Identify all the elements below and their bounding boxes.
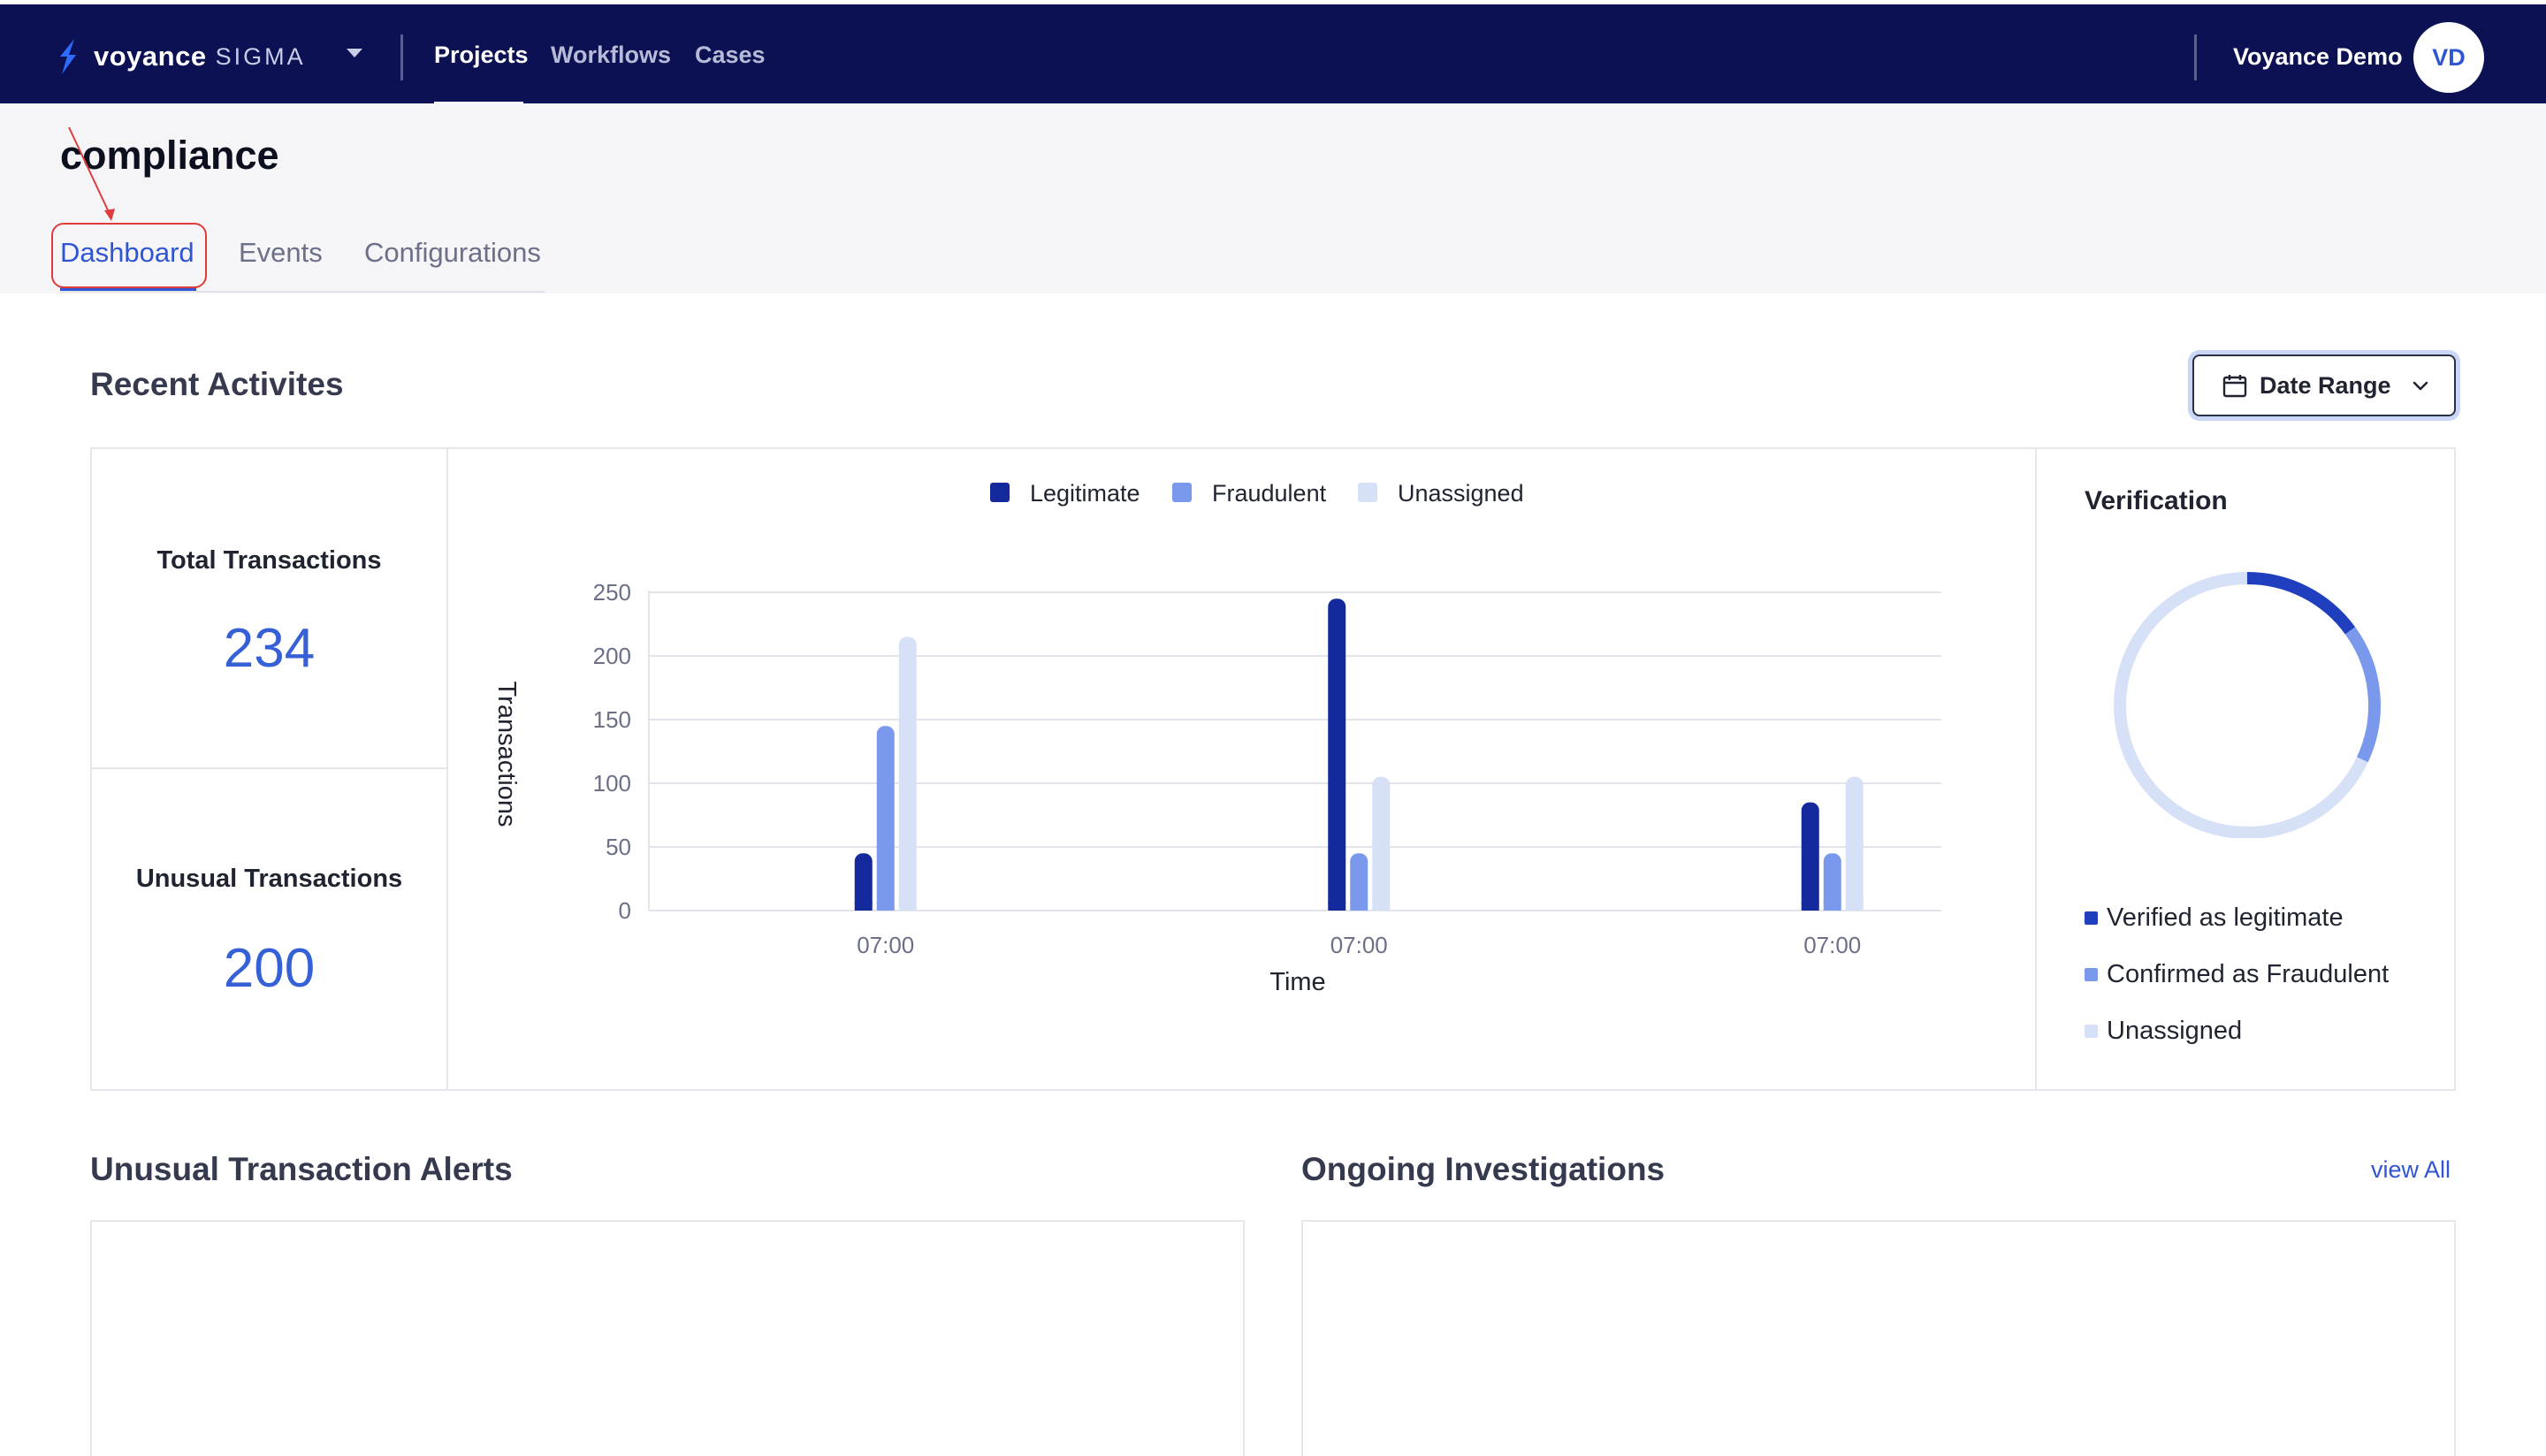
verification-legend-item: Confirmed as Fraudulent [2085,960,2389,989]
bar-fraudulent [876,726,895,911]
bar-base-legitimate [1801,902,1819,911]
avatar[interactable]: VD [2413,22,2484,93]
bar-base-unassigned [898,902,917,911]
nav-cases[interactable]: Cases [695,42,766,69]
stats-divider [92,767,446,769]
x-tick-label: 07:00 [857,932,914,958]
legend-swatch [2085,1025,2098,1038]
verification-donut-chart [2114,572,2381,838]
x-tick-label: 07:00 [1803,932,1861,958]
legend-label: Legitimate [1030,480,1140,507]
y-tick-label: 150 [593,706,631,733]
unusual-alerts-title: Unusual Transaction Alerts [90,1151,513,1187]
unusual-alerts-card [90,1220,1245,1456]
bar-base-fraudulent [876,902,895,911]
legend-label: Verified as legitimate [2107,903,2344,932]
view-all-link[interactable]: view All [2371,1156,2451,1184]
bar-unassigned [898,637,917,911]
bar-base-unassigned [1372,902,1391,911]
brand-sub: SIGMA [215,42,306,70]
y-tick-label: 50 [606,834,631,860]
legend-label: Unassigned [1398,480,1524,507]
legend-label: Confirmed as Fraudulent [2107,960,2390,988]
user-name[interactable]: Voyance Demo [2233,43,2403,71]
verification-legend-item: Verified as legitimate [2085,903,2344,933]
date-range-label: Date Range [2260,371,2391,399]
bar-base-fraudulent [1350,902,1368,911]
brand-logo[interactable]: voyance SIGMA [57,34,306,79]
bar-unassigned [1845,776,1864,911]
bar-base-fraudulent [1823,902,1841,911]
tab-events[interactable]: Events [239,237,323,269]
chevron-down-icon [2413,381,2428,391]
annotation-highlight-box [51,223,207,288]
y-tick-label: 100 [593,770,631,797]
legend-label: Fraudulent [1212,480,1327,507]
donut-segment [2344,627,2381,763]
bar-unassigned [1372,776,1391,911]
date-range-button[interactable]: Date Range [2192,354,2456,416]
total-transactions-value: 234 [223,618,316,679]
voyance-logo-icon [60,39,76,74]
top-navbar: voyance SIGMA Projects Workflows Cases V… [0,0,2546,106]
legend-label: Unassigned [2107,1017,2243,1045]
transactions-bar-chart: Legitimate Fraudulent Unassigned 0 50 100 150… [492,480,1941,996]
ongoing-investigations-title: Ongoing Investigations [1301,1151,1666,1187]
tabs-baseline [60,291,545,293]
x-axis-label: Time [1269,968,1325,996]
donut-segment [2114,572,2368,838]
nav-workflows[interactable]: Workflows [551,42,671,69]
legend-swatch [1358,483,1377,502]
total-transactions-label: Total Transactions [156,546,382,575]
y-tick-label: 0 [619,897,631,924]
brand-name: voyance [94,41,207,72]
ongoing-investigations-card [1301,1220,2456,1456]
verification-title: Verification [2085,486,2228,515]
y-tick-label: 250 [593,579,631,606]
unusual-transactions-value: 200 [223,938,316,999]
x-tick-label: 07:00 [1330,932,1388,958]
legend-swatch [2085,968,2098,981]
annotation-arrow-icon [68,126,115,221]
y-axis-label: Transactions [492,682,521,827]
donut-segment [2246,572,2356,635]
unusual-transactions-label: Unusual Transactions [135,865,403,893]
bar-base-legitimate [1328,902,1346,911]
legend-swatch [1172,483,1192,502]
legend-swatch [2085,911,2098,925]
bar-base-legitimate [854,902,873,911]
nav-projects[interactable]: Projects [434,42,529,69]
y-tick-label: 200 [593,643,631,669]
stats-column: Total Transactions 234 Unusual Transacti… [92,449,448,1089]
tab-configurations[interactable]: Configurations [364,237,541,269]
bar-legitimate [1328,598,1346,911]
calendar-icon [2222,375,2247,398]
recent-activities-title: Recent Activites [90,366,344,402]
chevron-down-icon[interactable] [347,49,362,57]
legend-swatch [990,483,1010,502]
bar-base-unassigned [1845,902,1864,911]
nav-divider [400,34,403,80]
bar-legitimate [1801,802,1819,911]
verification-column: Verification Verified as legitimate Conf… [2035,449,2456,1089]
nav-divider-right [2194,34,2197,80]
verification-legend-item: Unassigned [2085,1017,2242,1046]
